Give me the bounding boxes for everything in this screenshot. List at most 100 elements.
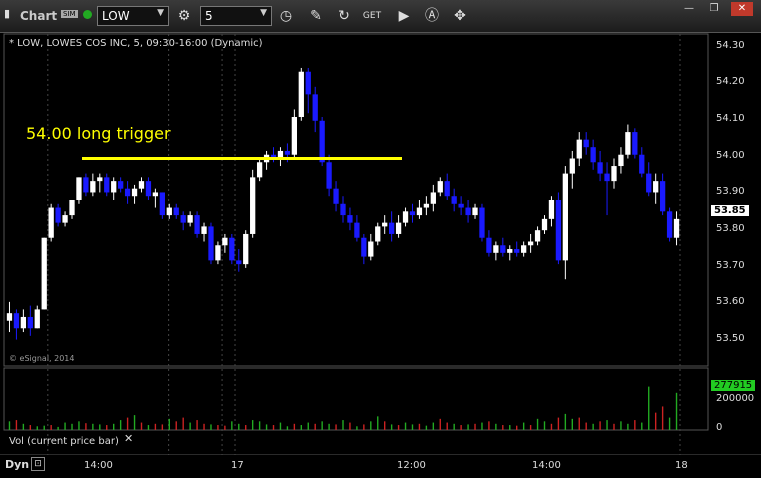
- candle-body: [319, 120, 325, 163]
- candle-body: [104, 177, 110, 193]
- watermark: © eSignal, 2014: [9, 354, 75, 363]
- candle-body: [173, 207, 179, 216]
- dynamic-mode-button[interactable]: Dyn: [5, 458, 29, 471]
- candle-body: [97, 177, 103, 182]
- candle-body: [388, 222, 395, 234]
- candle-body: [416, 207, 423, 216]
- tools-icon[interactable]: ✥: [450, 6, 470, 26]
- candle-body: [548, 200, 555, 219]
- candle-body: [569, 158, 575, 174]
- candle-body: [6, 313, 13, 321]
- candle-body: [222, 237, 228, 246]
- candle-body: [597, 162, 603, 174]
- candle-body: [27, 316, 33, 329]
- volume-tick: 0: [716, 422, 723, 433]
- chart-app-icon: ▮: [4, 7, 11, 20]
- candle-body: [451, 196, 457, 204]
- candle-body: [340, 203, 346, 216]
- candle-body: [124, 188, 131, 197]
- status-dot-icon: [83, 10, 92, 19]
- volume-tick: 200000: [716, 393, 755, 404]
- play-icon[interactable]: ▶: [394, 6, 414, 26]
- candle-body: [284, 150, 291, 155]
- candle-body: [673, 218, 680, 238]
- candle-body: [430, 192, 436, 204]
- volume-series: [8, 386, 678, 430]
- pencil-icon[interactable]: ✎: [306, 6, 326, 26]
- candle-body: [312, 94, 318, 121]
- time-tick: 14:00: [532, 460, 561, 471]
- candle-body: [423, 203, 430, 208]
- candle-body: [618, 154, 624, 167]
- minimize-button[interactable]: —: [678, 2, 700, 16]
- symbol-value: LOW: [102, 9, 130, 23]
- candle-body: [514, 249, 520, 253]
- volume-pane-label: Vol (current price bar): [9, 436, 119, 447]
- lock-icon[interactable]: ⊡: [31, 457, 45, 471]
- candle-body: [354, 222, 360, 238]
- time-tick: 14:00: [84, 460, 113, 471]
- candle-body: [34, 309, 40, 329]
- candle-body: [166, 207, 172, 216]
- candle-body: [465, 207, 471, 216]
- candle-body: [250, 177, 256, 234]
- candle-body: [194, 215, 200, 234]
- candle-body: [13, 313, 20, 329]
- price-chart[interactable]: [0, 33, 761, 455]
- candle-body: [326, 162, 332, 189]
- get-data-icon[interactable]: GET: [362, 6, 382, 26]
- candle-body: [111, 181, 117, 193]
- candle-body: [632, 132, 638, 155]
- candle-body: [138, 181, 145, 189]
- candle-body: [639, 154, 645, 174]
- candle-body: [256, 162, 263, 178]
- candle-body: [646, 173, 652, 193]
- candle-body: [444, 181, 450, 197]
- candle-body: [541, 218, 548, 231]
- chevron-down-icon[interactable]: ▼: [157, 8, 164, 18]
- candle-body: [215, 245, 221, 261]
- candle-body: [76, 177, 82, 200]
- candle-body: [562, 173, 568, 261]
- price-tick: 53.70: [716, 260, 745, 271]
- time-tick: 17: [231, 460, 244, 471]
- candle-body: [20, 316, 27, 329]
- candle-series: [6, 67, 680, 340]
- symbol-input[interactable]: LOW ▼: [97, 6, 169, 26]
- candle-body: [500, 245, 506, 253]
- volume-pane-border: [3, 367, 709, 431]
- candle-body: [201, 226, 207, 234]
- candle-body: [659, 181, 666, 212]
- candle-body: [361, 237, 367, 257]
- alert-icon[interactable]: Ⓐ: [422, 6, 442, 26]
- candle-body: [409, 211, 416, 216]
- chevron-down-icon[interactable]: ▼: [260, 8, 267, 18]
- candle-body: [55, 207, 61, 223]
- candle-body: [41, 237, 47, 310]
- price-tick: 53.50: [716, 333, 745, 344]
- candle-body: [604, 173, 610, 182]
- candle-body: [527, 241, 534, 246]
- interval-input[interactable]: 5 ▼: [200, 6, 272, 26]
- interval-value: 5: [205, 9, 213, 23]
- close-pane-icon[interactable]: ✕: [124, 432, 133, 445]
- window-title: Chart: [20, 9, 58, 23]
- candle-body: [555, 200, 562, 261]
- candle-body: [493, 245, 499, 253]
- time-tick: 18: [675, 460, 688, 471]
- candle-body: [62, 215, 68, 223]
- close-button[interactable]: ✕: [731, 2, 753, 16]
- refresh-icon[interactable]: ↻: [334, 6, 354, 26]
- candle-body: [472, 207, 478, 216]
- candle-body: [152, 192, 159, 197]
- time-tick: 12:00: [397, 460, 426, 471]
- clock-icon[interactable]: ◷: [276, 6, 296, 26]
- candle-body: [611, 166, 617, 182]
- maximize-button[interactable]: ❐: [703, 2, 725, 16]
- candle-body: [69, 200, 75, 216]
- candle-body: [395, 222, 402, 234]
- candle-body: [187, 215, 193, 223]
- candle-body: [382, 222, 388, 227]
- candle-body: [48, 207, 54, 238]
- settings-gear-icon[interactable]: ⚙: [174, 6, 194, 26]
